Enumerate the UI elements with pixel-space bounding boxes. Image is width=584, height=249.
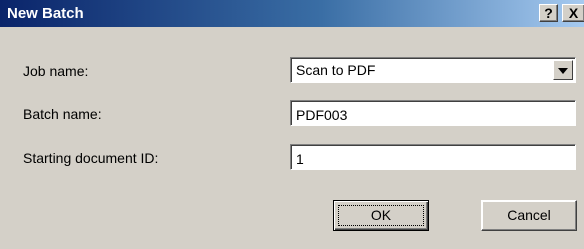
dialog-title: New Batch (7, 5, 84, 22)
close-button[interactable]: X (562, 4, 584, 22)
chevron-down-icon (558, 68, 568, 74)
cancel-button[interactable]: Cancel (481, 200, 577, 231)
batch-name-label: Batch name: (23, 106, 102, 122)
job-name-value: Scan to PDF (296, 62, 376, 78)
ok-button[interactable]: OK (333, 200, 429, 231)
job-name-label: Job name: (23, 63, 89, 79)
ok-button-label: OK (370, 207, 392, 223)
new-batch-dialog: New Batch ? X Job name: Scan to PDF Batc… (0, 0, 584, 249)
starting-document-id-input[interactable] (290, 144, 576, 170)
help-button[interactable]: ? (539, 4, 558, 22)
title-bar[interactable]: New Batch ? X (0, 0, 584, 27)
job-name-dropdown-button[interactable] (553, 60, 573, 80)
batch-name-input[interactable] (290, 100, 576, 126)
starting-document-id-label: Starting document ID: (23, 150, 159, 166)
job-name-combobox[interactable]: Scan to PDF (290, 57, 576, 83)
